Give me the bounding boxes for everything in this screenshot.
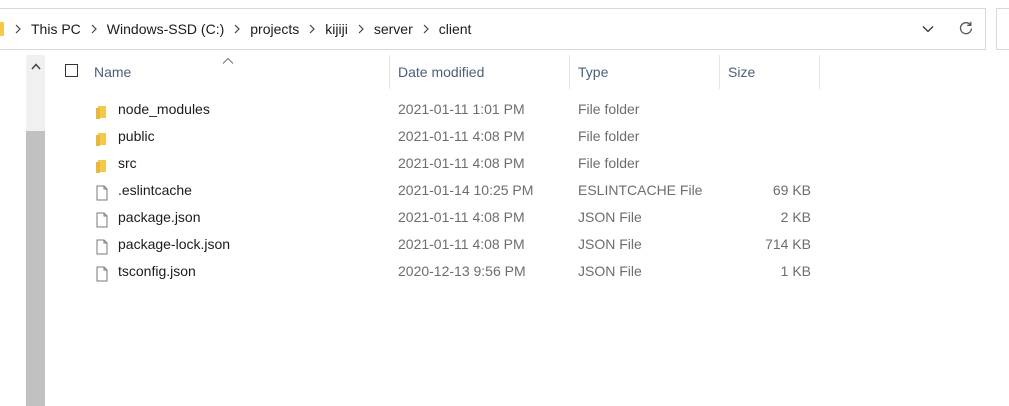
file-size: 69 KB <box>772 182 811 198</box>
chevron-right-icon[interactable] <box>352 24 370 34</box>
file-name: public <box>118 128 155 144</box>
file-date-modified: 2021-01-11 4:08 PM <box>398 128 525 144</box>
file-type: File folder <box>578 128 640 144</box>
file-name: tsconfig.json <box>118 263 196 279</box>
file-name: src <box>118 155 137 171</box>
file-type: JSON File <box>578 236 642 252</box>
folder-icon <box>95 129 109 146</box>
breadcrumb-projects[interactable]: projects <box>246 21 303 37</box>
column-header-date-modified[interactable]: Date modified <box>398 55 484 89</box>
file-size: 2 KB <box>780 209 811 225</box>
folder-icon <box>95 156 109 173</box>
breadcrumb-client[interactable]: client <box>435 21 476 37</box>
list-item[interactable]: src 2021-01-11 4:08 PM File folder <box>45 150 1009 177</box>
column-divider[interactable] <box>819 55 820 89</box>
file-type: JSON File <box>578 209 642 225</box>
list-item[interactable]: node_modules 2021-01-11 1:01 PM File fol… <box>45 96 1009 123</box>
file-size: 1 KB <box>780 263 811 279</box>
list-item[interactable]: tsconfig.json 2020-12-13 9:56 PM JSON Fi… <box>45 258 1009 285</box>
column-header: Name Date modified Type Size <box>45 55 1009 89</box>
file-date-modified: 2020-12-13 9:56 PM <box>398 263 526 279</box>
scroll-track[interactable] <box>26 77 45 131</box>
search-box[interactable] <box>996 8 1009 50</box>
list-item[interactable]: package.json 2021-01-11 4:08 PM JSON Fil… <box>45 204 1009 231</box>
file-date-modified: 2021-01-11 4:08 PM <box>398 155 525 171</box>
file-type: ESLINTCACHE File <box>578 182 703 198</box>
chevron-right-icon[interactable] <box>228 24 246 34</box>
select-all-checkbox[interactable] <box>65 64 78 77</box>
breadcrumb-this-pc[interactable]: This PC <box>27 21 85 37</box>
column-divider[interactable] <box>389 55 390 89</box>
breadcrumb-server[interactable]: server <box>370 21 417 37</box>
file-name: package.json <box>118 209 201 225</box>
refresh-icon <box>958 20 974 39</box>
address-bar[interactable]: This PC Windows-SSD (C:) projects kijiji… <box>0 8 947 50</box>
file-date-modified: 2021-01-11 4:08 PM <box>398 209 525 225</box>
file-type: File folder <box>578 155 640 171</box>
sort-up-icon <box>222 52 234 64</box>
file-explorer-window: This PC Windows-SSD (C:) projects kijiji… <box>0 0 1009 406</box>
file-date-modified: 2021-01-11 1:01 PM <box>398 101 525 117</box>
breadcrumb: This PC Windows-SSD (C:) projects kijiji… <box>9 9 475 49</box>
refresh-button[interactable] <box>946 8 986 50</box>
file-type: JSON File <box>578 263 642 279</box>
folder-icon <box>95 102 109 119</box>
file-icon <box>95 237 109 255</box>
file-date-modified: 2021-01-11 4:08 PM <box>398 236 525 252</box>
vertical-scrollbar[interactable] <box>26 55 45 406</box>
chevron-right-icon[interactable] <box>85 24 103 34</box>
scroll-up-arrow-icon[interactable] <box>26 55 45 77</box>
file-icon <box>95 210 109 228</box>
column-header-size[interactable]: Size <box>728 55 755 89</box>
breadcrumb-drive[interactable]: Windows-SSD (C:) <box>103 21 228 37</box>
file-date-modified: 2021-01-14 10:25 PM <box>398 182 534 198</box>
column-header-type[interactable]: Type <box>578 55 608 89</box>
chevron-right-icon[interactable] <box>9 24 27 34</box>
folder-icon <box>0 22 4 36</box>
list-item[interactable]: public 2021-01-11 4:08 PM File folder <box>45 123 1009 150</box>
chevron-down-icon[interactable] <box>918 19 938 39</box>
file-icon <box>95 183 109 201</box>
breadcrumb-kijiji[interactable]: kijiji <box>321 21 352 37</box>
column-divider[interactable] <box>569 55 570 89</box>
file-icon <box>95 264 109 282</box>
file-list: node_modules 2021-01-11 1:01 PM File fol… <box>45 96 1009 285</box>
list-item[interactable]: .eslintcache 2021-01-14 10:25 PM ESLINTC… <box>45 177 1009 204</box>
column-header-name[interactable]: Name <box>94 55 131 89</box>
column-divider[interactable] <box>719 55 720 89</box>
file-type: File folder <box>578 101 640 117</box>
file-name: .eslintcache <box>118 182 192 198</box>
list-item[interactable]: package-lock.json 2021-01-11 4:08 PM JSO… <box>45 231 1009 258</box>
chevron-right-icon[interactable] <box>417 24 435 34</box>
file-name: node_modules <box>118 101 210 117</box>
file-size: 714 KB <box>765 236 811 252</box>
file-name: package-lock.json <box>118 236 231 252</box>
scroll-thumb[interactable] <box>26 131 45 406</box>
chevron-right-icon[interactable] <box>303 24 321 34</box>
